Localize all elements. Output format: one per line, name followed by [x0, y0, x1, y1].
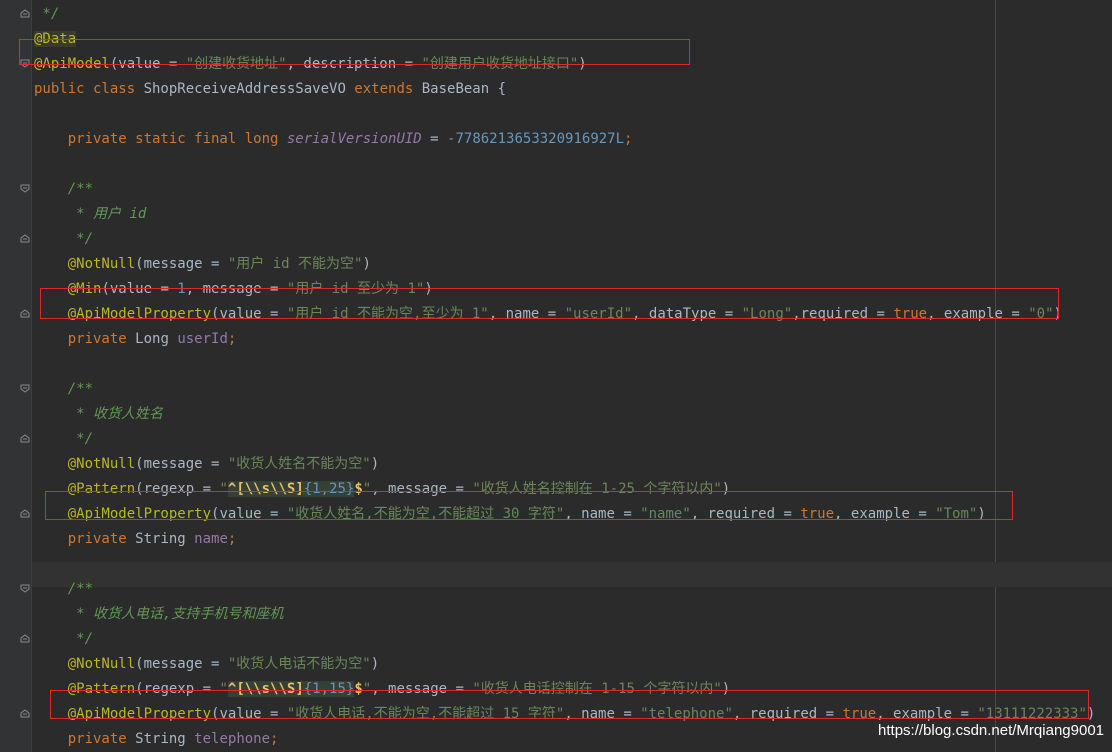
- code-token: ;: [227, 531, 237, 547]
- highlight-box-telephone-property: [50, 690, 1089, 719]
- code-token: telephone: [194, 731, 271, 747]
- code-token: =: [421, 131, 448, 147]
- code-token: ): [362, 256, 371, 272]
- current-line-highlight: [32, 562, 1112, 587]
- code-line[interactable]: */: [34, 427, 93, 452]
- code-line[interactable]: /**: [34, 377, 93, 402]
- code-line[interactable]: public class ShopReceiveAddressSaveVO ex…: [34, 77, 506, 102]
- code-line[interactable]: /**: [34, 177, 93, 202]
- code-line[interactable]: * 用户 id: [34, 202, 146, 227]
- code-token: @NotNull: [67, 656, 136, 672]
- code-line[interactable]: @NotNull(message = "收货人电话不能为空"): [34, 652, 379, 677]
- fold-icon[interactable]: [20, 634, 30, 643]
- code-token: ): [370, 656, 380, 672]
- code-line[interactable]: private Long userId;: [34, 327, 237, 352]
- code-token: -7786213653320916927L: [447, 131, 625, 147]
- code-token: * 用户: [34, 206, 130, 222]
- code-line[interactable]: private static final long serialVersionU…: [34, 127, 633, 152]
- fold-icon[interactable]: [20, 434, 30, 443]
- code-token: "收货人电话不能为空": [227, 656, 371, 672]
- code-token: /**: [34, 381, 94, 397]
- gutter-divider: [31, 0, 32, 752]
- fold-icon[interactable]: [20, 309, 30, 318]
- code-token: public class: [34, 81, 144, 97]
- fold-icon[interactable]: [20, 384, 30, 393]
- code-editor[interactable]: */@Data @ApiModel(value = "创建收货地址", descr…: [0, 0, 1112, 752]
- fold-icon[interactable]: [20, 234, 30, 243]
- code-token: */: [34, 231, 94, 247]
- code-token: private: [34, 531, 136, 547]
- code-line[interactable]: /**: [34, 577, 93, 602]
- code-line[interactable]: @NotNull(message = "用户 id 不能为空"): [34, 252, 371, 277]
- code-token: (message =: [135, 656, 228, 672]
- watermark-text: https://blog.csdn.net/Mrqiang9001: [878, 722, 1104, 739]
- code-line[interactable]: */: [34, 627, 93, 652]
- code-token: ): [370, 456, 380, 472]
- code-token: "用户 id 不能为空": [227, 256, 363, 272]
- code-token: /**: [34, 581, 94, 597]
- code-token: (message =: [135, 256, 228, 272]
- code-token: ;: [270, 731, 279, 747]
- code-token: String: [135, 531, 195, 547]
- code-token: * 收货人姓名: [34, 406, 164, 422]
- code-token: String: [135, 731, 195, 747]
- code-token: @NotNull: [67, 256, 136, 272]
- code-token: Long: [135, 331, 178, 347]
- code-token: private: [34, 731, 136, 747]
- right-margin-guide: [995, 0, 996, 752]
- fold-icon[interactable]: [20, 184, 30, 193]
- code-token: ShopReceiveAddressSaveVO: [143, 81, 355, 97]
- code-token: name: [194, 531, 228, 547]
- code-token: */: [34, 6, 60, 22]
- code-token: @NotNull: [67, 456, 136, 472]
- code-token: */: [34, 631, 94, 647]
- code-token: private static final long: [34, 131, 287, 147]
- code-token: private: [34, 331, 136, 347]
- fold-icon[interactable]: [20, 584, 30, 593]
- code-line[interactable]: * 收货人电话,支持手机号和座机: [34, 602, 283, 627]
- highlight-box-api-model: [19, 39, 690, 65]
- code-token: */: [34, 431, 94, 447]
- code-token: /**: [34, 181, 94, 197]
- code-line[interactable]: private String telephone;: [34, 727, 279, 752]
- code-line[interactable]: @NotNull(message = "收货人姓名不能为空"): [34, 452, 379, 477]
- highlight-box-userid-property: [40, 288, 1059, 319]
- code-line[interactable]: */: [34, 2, 59, 27]
- code-token: ;: [227, 331, 237, 347]
- code-token: id: [129, 206, 147, 222]
- code-token: ;: [624, 131, 633, 147]
- code-token: serialVersionUID: [286, 131, 422, 147]
- fold-icon[interactable]: [20, 709, 30, 718]
- code-token: extends: [354, 81, 422, 97]
- code-token: BaseBean {: [421, 81, 507, 97]
- code-line[interactable]: * 收货人姓名: [34, 402, 163, 427]
- highlight-box-name-property: [45, 491, 1013, 520]
- fold-icon[interactable]: [20, 9, 30, 18]
- code-token: (message =: [135, 456, 228, 472]
- code-token: userId: [177, 331, 228, 347]
- fold-icon[interactable]: [20, 509, 30, 518]
- code-token: "收货人姓名不能为空": [227, 456, 371, 472]
- code-line[interactable]: */: [34, 227, 93, 252]
- code-line[interactable]: private String name;: [34, 527, 237, 552]
- code-token: * 收货人电话,支持手机号和座机: [34, 606, 284, 622]
